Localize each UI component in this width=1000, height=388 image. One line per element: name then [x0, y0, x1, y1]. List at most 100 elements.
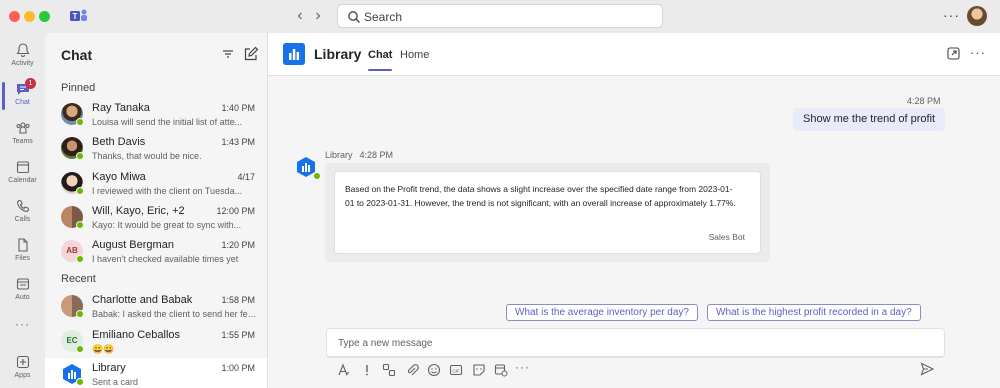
chat-time: 1:43 PM — [221, 137, 255, 147]
chat-preview: Louisa will send the initial list of att… — [92, 117, 243, 127]
chat-row[interactable]: Will, Kayo, Eric, +2 12:00 PM Kayo: It w… — [45, 201, 267, 237]
message-input-placeholder: Type a new message — [338, 338, 433, 349]
minimize-window-button[interactable] — [24, 11, 35, 22]
rail-item-more[interactable]: ··· — [0, 316, 45, 336]
sticker-icon[interactable] — [472, 363, 486, 377]
chat-row[interactable]: Charlotte and Babak 1:58 PM Babak: I ask… — [45, 290, 267, 326]
svg-text:GIF: GIF — [452, 368, 460, 373]
chat-name: Beth Davis — [92, 136, 146, 148]
adaptive-card: Based on the Profit trend, the data show… — [334, 171, 761, 254]
send-icon[interactable] — [920, 362, 934, 376]
chat-name: Ray Tanaka — [92, 102, 150, 114]
attach-icon[interactable] — [405, 363, 419, 377]
rail-item-auto[interactable]: Auto — [0, 271, 45, 311]
teams-logo-icon: T — [70, 9, 87, 21]
presence-available-icon — [76, 255, 84, 263]
search-placeholder: Search — [364, 10, 403, 24]
auto-icon — [16, 278, 29, 290]
presence-available-icon — [76, 378, 84, 386]
chat-name: Kayo Miwa — [92, 171, 146, 183]
chat-time: 4/17 — [237, 172, 255, 182]
chat-time: 1:55 PM — [221, 330, 255, 340]
chat-list-title: Chat — [61, 47, 93, 63]
chat-row[interactable]: EC Emiliano Ceballos 1:55 PM 😀😀 — [45, 325, 267, 361]
conversation-title: Library — [314, 46, 362, 62]
gif-icon[interactable]: GIF — [449, 363, 463, 377]
close-window-button[interactable] — [9, 11, 20, 22]
suggested-prompt-button[interactable]: What is the highest profit recorded in a… — [707, 304, 921, 321]
chat-row[interactable]: Kayo Miwa 4/17 I reviewed with the clien… — [45, 167, 267, 203]
chat-preview: Sent a card — [92, 377, 139, 387]
rail-label: Files — [15, 255, 30, 262]
chat-name: Emiliano Ceballos — [92, 329, 181, 341]
more-icon: ··· — [15, 317, 30, 331]
rail-item-apps[interactable]: Apps — [0, 349, 45, 388]
chat-row[interactable]: AB August Bergman 1:20 PM I haven't chec… — [45, 235, 267, 271]
chat-preview: Babak: I asked the client to send her fe… — [92, 309, 258, 319]
incoming-meta: Library 4:28 PM — [325, 150, 393, 160]
chat-list-panel: Chat Pinned Ray Tanaka 1:40 PM Louisa wi… — [45, 33, 267, 388]
chat-preview: Kayo: It would be great to sync with... — [92, 220, 242, 230]
chat-preview: 😀😀 — [92, 344, 115, 354]
apps-icon — [16, 355, 29, 369]
rail-label: Auto — [15, 294, 30, 301]
chat-time: 1:00 PM — [221, 363, 255, 373]
emoji-icon[interactable] — [427, 363, 441, 377]
schedule-meeting-icon[interactable] — [494, 363, 508, 377]
rail-item-activity[interactable]: Activity — [0, 37, 45, 77]
library-app-logo-icon — [283, 43, 305, 65]
app-rail: Activity Chat 1 Teams Calendar Calls Fil… — [0, 33, 45, 388]
outgoing-message[interactable]: Show me the trend of profit — [793, 108, 946, 131]
presence-available-icon — [76, 345, 84, 353]
presence-available-icon — [76, 152, 84, 160]
presence-available-icon — [76, 187, 84, 195]
chat-row[interactable]: Beth Davis 1:43 PM Thanks, that would be… — [45, 132, 267, 168]
presence-available-icon — [76, 221, 84, 229]
recent-section-label: Recent — [61, 273, 96, 285]
tab-home[interactable]: Home — [400, 49, 429, 61]
forward-arrow-icon[interactable]: › — [310, 8, 326, 24]
format-icon[interactable] — [337, 363, 351, 377]
popout-icon[interactable] — [947, 47, 960, 60]
unread-badge: 1 — [25, 78, 36, 89]
chat-name: August Bergman — [92, 239, 174, 251]
chat-time: 1:58 PM — [221, 295, 255, 305]
rail-item-calls[interactable]: Calls — [0, 193, 45, 233]
back-arrow-icon[interactable]: ‹ — [292, 8, 308, 24]
rail-label: Activity — [11, 60, 34, 67]
maximize-window-button[interactable] — [39, 11, 50, 22]
more-options-icon[interactable]: ··· — [943, 7, 960, 23]
presence-available-icon — [313, 172, 321, 180]
user-avatar[interactable] — [967, 6, 987, 26]
chat-preview: I haven't checked available times yet — [92, 254, 239, 264]
rail-item-files[interactable]: Files — [0, 232, 45, 272]
chat-preview: I reviewed with the client on Tuesda... — [92, 186, 243, 196]
chat-preview: Thanks, that would be nice. — [92, 151, 202, 161]
incoming-message[interactable]: Based on the Profit trend, the data show… — [325, 163, 770, 262]
svg-text:T: T — [73, 12, 78, 21]
calendar-icon — [16, 161, 29, 174]
loop-component-icon[interactable] — [382, 363, 396, 377]
more-options-icon[interactable]: ··· — [970, 45, 986, 60]
bell-icon — [16, 43, 29, 57]
compose-icon[interactable] — [243, 46, 259, 62]
search-input[interactable]: Search — [337, 4, 663, 28]
phone-icon — [16, 199, 29, 213]
important-icon[interactable] — [360, 363, 374, 377]
presence-available-icon — [76, 118, 84, 126]
chat-row-selected[interactable]: Library 1:00 PM Sent a card — [45, 358, 267, 388]
message-input[interactable]: Type a new message — [326, 328, 945, 358]
rail-label: Apps — [14, 372, 31, 379]
chat-row[interactable]: Ray Tanaka 1:40 PM Louisa will send the … — [45, 98, 267, 134]
more-actions-icon[interactable]: ··· — [515, 360, 529, 374]
chat-time: 1:40 PM — [221, 103, 255, 113]
rail-item-teams[interactable]: Teams — [0, 115, 45, 155]
tab-chat[interactable]: Chat — [368, 49, 393, 71]
rail-label: Calls — [14, 216, 31, 223]
rail-label: Teams — [12, 138, 33, 145]
suggested-prompt-button[interactable]: What is the average inventory per day? — [506, 304, 698, 321]
filter-icon[interactable] — [221, 47, 235, 61]
title-bar: T ‹ › Search ··· — [0, 0, 1000, 33]
rail-item-chat[interactable]: Chat 1 — [0, 76, 45, 116]
rail-item-calendar[interactable]: Calendar — [0, 154, 45, 194]
